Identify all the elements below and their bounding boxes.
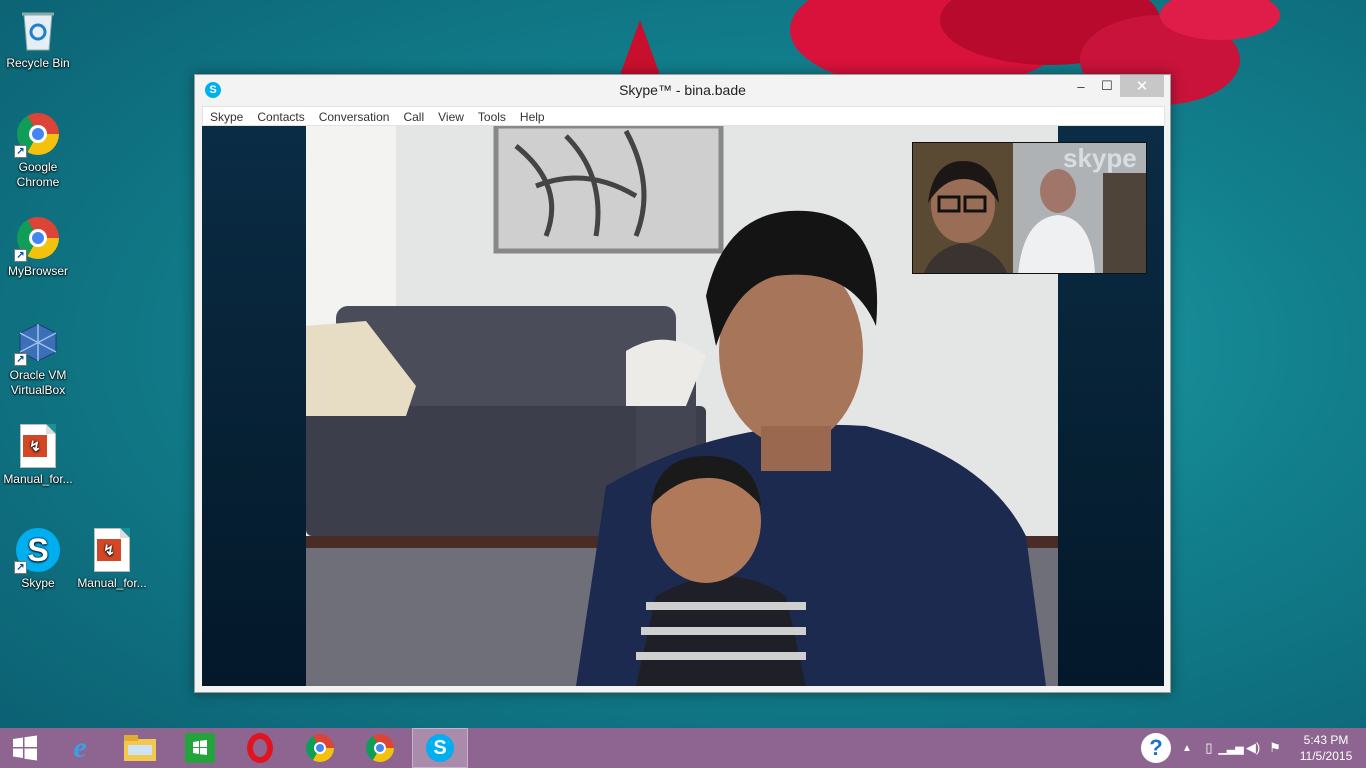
recycle-bin-icon [16,8,60,52]
internet-explorer-icon: e [73,731,87,764]
desktop-icon-label: Manual_for... [77,576,147,590]
taskbar-internet-explorer[interactable]: e [50,728,110,768]
menu-call[interactable]: Call [396,107,431,125]
menu-skype[interactable]: Skype [203,107,250,125]
desktop-icon-label: Google Chrome [16,160,60,189]
menu-view[interactable]: View [431,107,471,125]
taskbar-file-explorer[interactable] [110,728,170,768]
help-icon[interactable]: ? [1136,728,1176,768]
self-video-preview[interactable]: skype [912,142,1147,274]
taskbar-mybrowser[interactable] [350,728,410,768]
file-explorer-icon [124,735,156,761]
window-titlebar[interactable]: S Skype™ - bina.bade – ☐ ✕ [195,75,1170,105]
opera-icon [247,733,273,763]
taskbar-store[interactable] [170,728,230,768]
desktop-icon-label: Skype [21,576,55,590]
action-center-flag-icon[interactable]: ⚑ [1264,728,1286,768]
desktop-icon-skype[interactable]: S ↗ Skype [0,528,76,591]
system-tray: ? ▲ ▯ ▁▃▅ ◀) ⚑ 5:43 PM 11/5/2015 [1136,728,1366,768]
menu-help[interactable]: Help [513,107,552,125]
skype-icon: S [426,734,454,762]
skype-window[interactable]: S Skype™ - bina.bade – ☐ ✕ Skype Contact… [194,74,1171,693]
volume-icon[interactable]: ◀) [1242,728,1264,768]
taskbar: e S ? ▲ ▯ ▁▃▅ ◀) ⚑ 5:43 PM 11/5/2015 [0,728,1366,768]
skype-icon: S [205,82,221,98]
desktop-icon-recycle-bin[interactable]: Recycle Bin [0,8,76,71]
chrome-icon [366,734,394,762]
close-button[interactable]: ✕ [1120,75,1164,97]
start-button[interactable] [0,728,50,768]
desktop-icon-google-chrome[interactable]: ↗ Google Chrome [0,112,76,190]
taskbar-opera[interactable] [230,728,290,768]
battery-icon[interactable]: ▯ [1198,728,1220,768]
document-icon: ↯ [90,528,134,572]
taskbar-skype[interactable]: S [412,728,468,768]
skype-watermark: skype [1063,143,1137,173]
maximize-button[interactable]: ☐ [1094,75,1120,97]
window-title: Skype™ - bina.bade [619,82,746,98]
desktop-icon-label: Manual_for... [3,472,73,486]
document-icon: ↯ [16,424,60,468]
desktop-icon-label: Recycle Bin [6,56,70,70]
skype-icon: S ↗ [14,528,60,574]
desktop-icon-label: Oracle VM VirtualBox [9,368,67,397]
virtualbox-icon: ↗ [14,320,60,366]
clock-time: 5:43 PM [1303,733,1349,747]
desktop-icon-virtualbox[interactable]: ↗ Oracle VM VirtualBox [0,320,76,398]
desktop-icon-mybrowser[interactable]: ↗ MyBrowser [0,216,76,279]
video-call-area[interactable]: skype [202,126,1164,686]
start-icon [13,735,37,761]
desktop-icon-label: MyBrowser [7,264,68,278]
taskbar-clock[interactable]: 5:43 PM 11/5/2015 [1286,732,1366,764]
menu-bar: Skype Contacts Conversation Call View To… [202,106,1165,126]
desktop-icon-manual-1[interactable]: ↯ Manual_for... [0,424,76,487]
menu-conversation[interactable]: Conversation [312,107,397,125]
store-icon [185,733,215,763]
show-hidden-icons-icon[interactable]: ▲ [1176,728,1198,768]
clock-date: 11/5/2015 [1299,749,1353,763]
menu-tools[interactable]: Tools [471,107,513,125]
chrome-icon [306,734,334,762]
chrome-icon: ↗ [14,112,60,158]
taskbar-chrome[interactable] [290,728,350,768]
network-signal-icon[interactable]: ▁▃▅ [1218,728,1243,768]
chrome-icon: ↗ [14,216,60,262]
menu-contacts[interactable]: Contacts [250,107,311,125]
minimize-button[interactable]: – [1068,75,1094,97]
desktop-icon-manual-2[interactable]: ↯ Manual_for... [74,528,150,591]
